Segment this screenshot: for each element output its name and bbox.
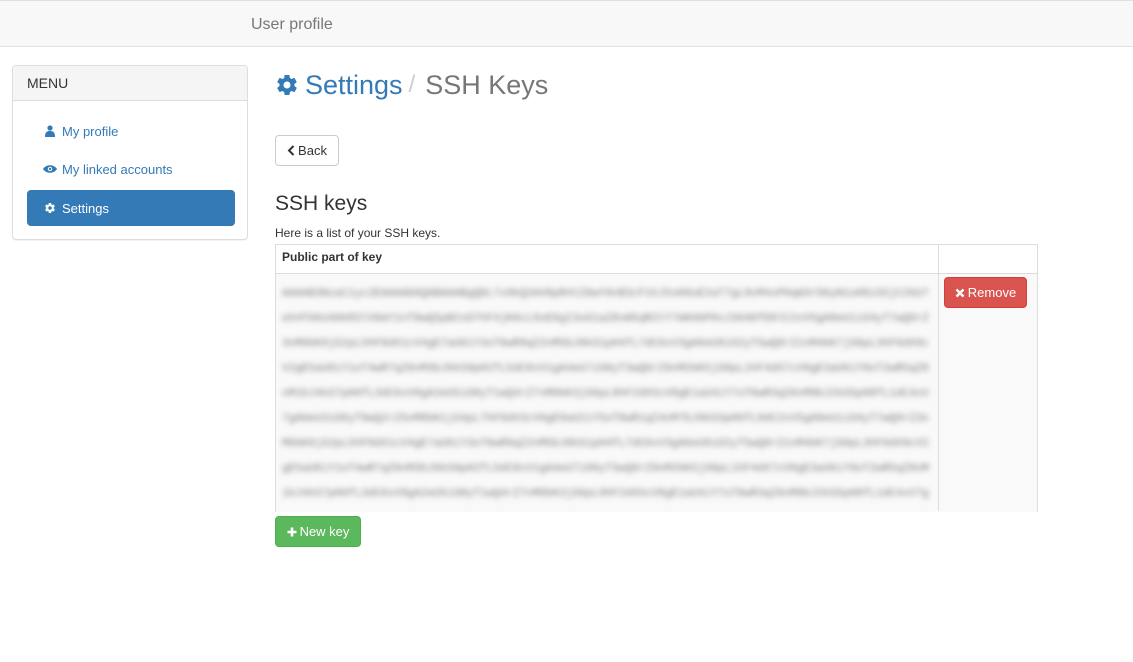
user-icon [43, 125, 57, 137]
gear-icon [43, 202, 57, 214]
section-description: Here is a list of your SSH keys. [275, 226, 441, 240]
sidebar-item-label: Settings [62, 200, 109, 216]
column-header-public-key: Public part of key [282, 250, 383, 264]
sidebar-item-label: My linked accounts [62, 161, 173, 177]
gear-icon [275, 73, 299, 97]
navbar-brand[interactable]: User profile [251, 16, 333, 34]
remove-key-label: Remove [967, 285, 1017, 300]
sidebar-item-label: My profile [62, 123, 119, 139]
table-row: AAAAB3NzaC1yc2EAAAADAQABAAABgQDL7x9kQ2mV… [276, 274, 1037, 512]
section-title: SSH keys [275, 192, 368, 215]
breadcrumb-settings-label: Settings [305, 69, 403, 100]
sidebar-item-settings[interactable]: Settings [27, 190, 235, 226]
breadcrumb-separator: / [408, 71, 416, 98]
breadcrumb: Settings / SSH Keys [275, 67, 548, 103]
public-key-value: AAAAB3NzaC1yc2EAAAADAQABAAABgQDL7x9kQ2mV… [282, 288, 929, 500]
ssh-keys-table: Public part of key AAAAB3NzaC1yc2EAAAADA… [275, 244, 1038, 512]
sidebar-item-my-profile[interactable]: My profile [27, 113, 235, 149]
chevron-left-icon [287, 145, 295, 156]
top-navbar: User profile [0, 0, 1133, 47]
sidebar-item-linked-accounts[interactable]: My linked accounts [27, 151, 235, 187]
close-icon [955, 288, 965, 298]
new-key-button[interactable]: New key [275, 516, 361, 547]
new-key-label: New key [299, 524, 350, 539]
remove-key-button[interactable]: Remove [944, 277, 1027, 308]
plus-icon [287, 527, 297, 537]
page-title: SSH Keys [425, 69, 549, 100]
column-divider [938, 245, 939, 511]
back-button-label: Back [298, 143, 327, 158]
eye-icon [43, 164, 57, 174]
sidebar-heading: MENU [13, 66, 247, 101]
breadcrumb-settings-link[interactable]: Settings [275, 70, 403, 101]
sidebar-menu: MENU My profile My linked accounts Setti… [12, 65, 248, 240]
back-button[interactable]: Back [275, 135, 339, 166]
